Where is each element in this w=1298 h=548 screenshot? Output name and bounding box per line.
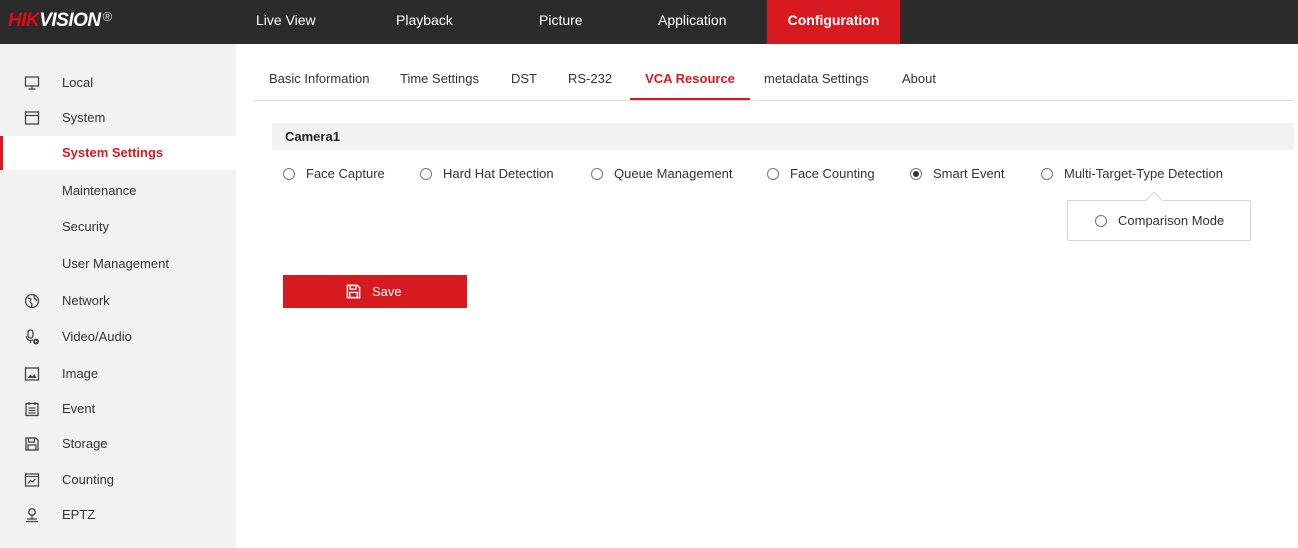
sidebar-item-video-audio[interactable]: Video/Audio [0, 320, 236, 354]
nav-live-view[interactable]: Live View [244, 0, 328, 44]
tab-time-settings[interactable]: Time Settings [392, 64, 487, 100]
microphone-icon [25, 329, 39, 345]
sidebar-item-label: System Settings [62, 145, 164, 160]
sidebar-item-local[interactable]: Local [0, 66, 236, 100]
radio-circle[interactable] [910, 168, 922, 180]
image-icon [24, 367, 40, 381]
sidebar-item-system-settings[interactable]: System Settings [0, 136, 236, 170]
top-bar: HIKVISION ® Live View Playback Picture Ap… [0, 0, 1298, 44]
radio-label: Comparison Mode [1118, 213, 1225, 228]
nav-playback[interactable]: Playback [384, 0, 465, 44]
sidebar-item-label: Security [62, 219, 109, 234]
floppy-icon [25, 437, 39, 451]
radio-label: Multi-Target-Type Detection [1064, 166, 1223, 181]
nav-application[interactable]: Application [646, 0, 739, 44]
sidebar-item-label: System [62, 110, 106, 125]
sidebar-item-counting[interactable]: Counting [0, 463, 236, 497]
sidebar-item-label: Event [62, 401, 96, 416]
sidebar-item-user-management[interactable]: User Management [0, 247, 236, 281]
save-button[interactable]: Save [283, 275, 467, 308]
tab-rs-232[interactable]: RS-232 [560, 64, 620, 100]
nav-configuration[interactable]: Configuration [767, 0, 900, 44]
radio-label: Face Counting [790, 166, 875, 181]
radio-circle[interactable] [767, 168, 779, 180]
sidebar-item-security[interactable]: Security [0, 210, 236, 244]
person-icon [26, 508, 38, 523]
radio-circle[interactable] [1095, 215, 1107, 227]
sidebar-item-storage[interactable]: Storage [0, 427, 236, 461]
sidebar-item-label: Local [62, 75, 94, 90]
sidebar-item-label: User Management [62, 256, 169, 271]
comparison-mode-popover: Comparison Mode [1067, 191, 1251, 241]
sidebar-item-eptz[interactable]: EPTZ [0, 498, 236, 532]
sidebar-item-event[interactable]: Event [0, 392, 236, 426]
popover-arrow [1145, 191, 1163, 209]
tab-vca-resource[interactable]: VCA Resource [630, 64, 750, 100]
sidebar-item-network[interactable]: Network [0, 284, 236, 318]
tab-about[interactable]: About [894, 64, 944, 100]
chart-icon [24, 473, 40, 487]
hikvision-logo: HIKVISION ® [8, 9, 112, 31]
radio-label: Face Capture [306, 166, 385, 181]
radio-label: Smart Event [933, 166, 1005, 181]
radio-circle[interactable] [1041, 168, 1053, 180]
nav-picture[interactable]: Picture [527, 0, 595, 44]
radio-label: Hard Hat Detection [443, 166, 554, 181]
sidebar-item-maintenance[interactable]: Maintenance [0, 174, 236, 208]
calendar-icon [25, 402, 39, 417]
tab-basic-information[interactable]: Basic Information [261, 64, 377, 100]
save-icon [346, 284, 361, 299]
sidebar-item-label: Counting [62, 472, 115, 487]
tab-metadata-settings[interactable]: metadata Settings [756, 64, 877, 100]
window-icon [24, 111, 40, 125]
sidebar: Local System System Settings Maintenance… [0, 44, 236, 548]
sub-tabs: Basic Information Time Settings DST RS-2… [254, 64, 1294, 101]
monitor-icon [24, 76, 40, 90]
sidebar-item-system[interactable]: System [0, 101, 236, 135]
radio-circle[interactable] [283, 168, 295, 180]
sidebar-item-label: EPTZ [62, 507, 96, 522]
radio-circle[interactable] [591, 168, 603, 180]
sidebar-item-label: Network [62, 293, 110, 308]
sidebar-item-label: Storage [62, 436, 108, 451]
radio-circle[interactable] [420, 168, 432, 180]
save-button-label: Save [372, 284, 402, 299]
radio-label: Queue Management [614, 166, 733, 181]
sidebar-item-image[interactable]: Image [0, 357, 236, 391]
sidebar-item-label: Image [62, 366, 99, 381]
globe-icon [24, 293, 40, 309]
tab-dst[interactable]: DST [503, 64, 545, 100]
sidebar-item-label: Maintenance [62, 183, 137, 198]
camera-title: Camera1 [272, 123, 1294, 150]
sidebar-item-label: Video/Audio [62, 329, 132, 344]
